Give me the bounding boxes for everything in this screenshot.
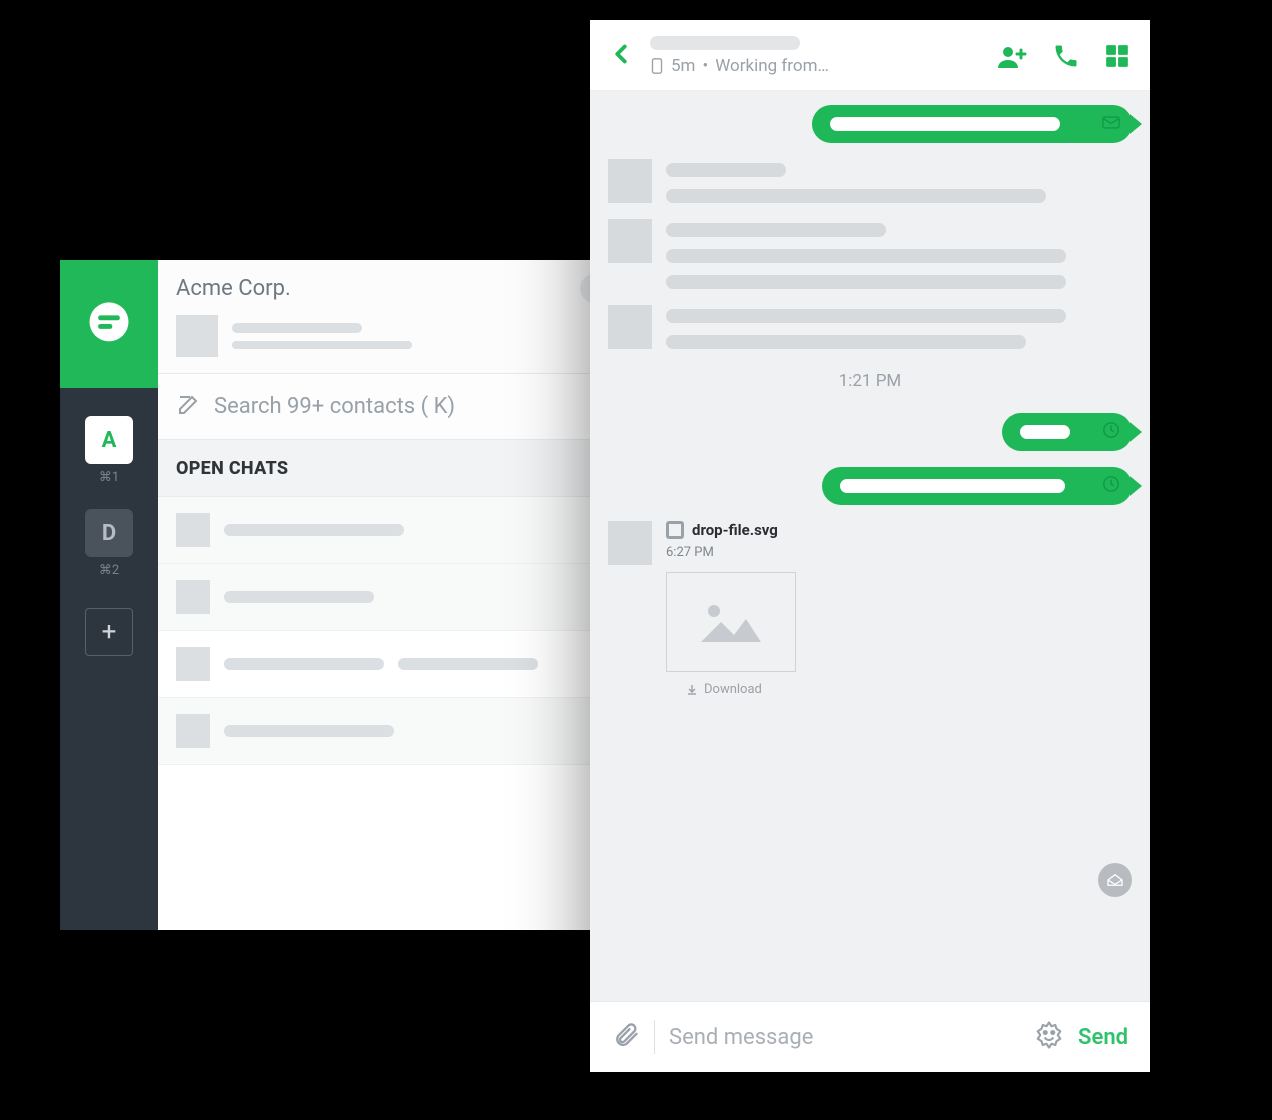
attachment-icon[interactable] bbox=[612, 1021, 640, 1053]
incoming-message[interactable] bbox=[608, 305, 1132, 349]
user-name-placeholder bbox=[232, 323, 362, 333]
clock-pending-icon bbox=[1102, 475, 1120, 497]
outgoing-message[interactable] bbox=[812, 105, 1132, 143]
app-logo[interactable] bbox=[60, 260, 158, 388]
file-name: drop-file.svg bbox=[692, 521, 778, 539]
send-button[interactable]: Send bbox=[1078, 1025, 1128, 1050]
section-title: OPEN CHATS bbox=[176, 458, 630, 479]
workspace-tile-d[interactable]: D bbox=[85, 509, 133, 557]
search-input[interactable]: Search 99+ contacts ( K) bbox=[214, 394, 632, 419]
avatar bbox=[176, 580, 210, 614]
call-icon[interactable] bbox=[1052, 42, 1080, 70]
workspace-shortcut-2: ⌘2 bbox=[99, 563, 119, 578]
chat-name-placeholder bbox=[224, 725, 394, 737]
chat-name-placeholder bbox=[224, 591, 374, 603]
sticker-icon[interactable] bbox=[1034, 1020, 1064, 1054]
download-icon bbox=[686, 684, 698, 696]
message-input[interactable]: Send message bbox=[669, 1025, 1020, 1050]
workspace-title: Acme Corp. bbox=[176, 276, 291, 301]
workspace-tile-a[interactable]: A bbox=[85, 416, 133, 464]
back-icon[interactable] bbox=[606, 39, 636, 73]
user-status-placeholder bbox=[232, 341, 412, 349]
chat-name-placeholder bbox=[224, 524, 404, 536]
desktop-panel: A ⌘1 D ⌘2 + Acme Corp. +Invite bbox=[60, 260, 680, 930]
chat-name-placeholder bbox=[398, 658, 538, 670]
incoming-message[interactable] bbox=[608, 219, 1132, 289]
chat-body[interactable]: 1:21 PM drop-file.svg 6:27 PM bbox=[590, 91, 1150, 1001]
message-composer: Send message Send bbox=[590, 1001, 1150, 1072]
avatar bbox=[608, 521, 652, 565]
avatar bbox=[176, 714, 210, 748]
file-timestamp: 6:27 PM bbox=[666, 545, 796, 560]
avatar bbox=[176, 315, 218, 357]
chat-name-placeholder bbox=[224, 658, 384, 670]
incoming-message[interactable] bbox=[608, 159, 1132, 203]
avatar bbox=[176, 647, 210, 681]
divider bbox=[654, 1020, 655, 1054]
download-button[interactable]: Download bbox=[686, 682, 796, 697]
image-thumbnail[interactable] bbox=[666, 572, 796, 672]
contact-status: 5m•Working from… bbox=[650, 56, 986, 76]
avatar bbox=[608, 305, 652, 349]
mobile-chat-panel: 5m•Working from… bbox=[590, 20, 1150, 1072]
timeline-timestamp: 1:21 PM bbox=[608, 371, 1132, 391]
outgoing-message[interactable] bbox=[1002, 413, 1132, 451]
outgoing-message[interactable] bbox=[822, 467, 1132, 505]
chat-header: 5m•Working from… bbox=[590, 20, 1150, 91]
incoming-file-message[interactable]: drop-file.svg 6:27 PM Download bbox=[608, 521, 1132, 697]
compose-icon[interactable] bbox=[176, 393, 200, 421]
add-person-icon[interactable] bbox=[996, 42, 1028, 70]
clock-pending-icon bbox=[1102, 421, 1120, 443]
avatar bbox=[608, 219, 652, 263]
workspace-sidebar: A ⌘1 D ⌘2 + bbox=[60, 260, 158, 930]
read-receipt-icon bbox=[1098, 863, 1132, 897]
avatar bbox=[608, 159, 652, 203]
mobile-device-icon bbox=[650, 57, 664, 75]
workspace-list: A ⌘1 D ⌘2 + bbox=[85, 388, 133, 656]
mail-sent-icon bbox=[1102, 115, 1120, 134]
workspace-shortcut-1: ⌘1 bbox=[99, 470, 119, 485]
avatar bbox=[176, 513, 210, 547]
apps-grid-icon[interactable] bbox=[1104, 43, 1130, 69]
contact-name-placeholder bbox=[650, 36, 800, 50]
add-workspace-button[interactable]: + bbox=[85, 608, 133, 656]
image-file-icon bbox=[666, 521, 684, 539]
